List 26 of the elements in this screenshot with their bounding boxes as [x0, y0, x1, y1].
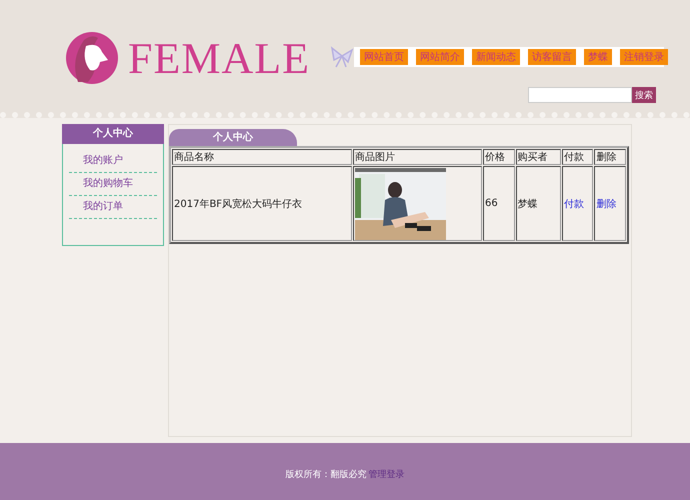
sidebar-item[interactable]: 我的订单 — [69, 196, 157, 219]
nav-link[interactable]: 网站简介 — [416, 49, 464, 65]
nav-link[interactable]: 网站首页 — [360, 49, 408, 65]
column-header: 付款 — [562, 149, 594, 165]
panel-tab[interactable]: 个人中心 — [169, 129, 297, 146]
column-header: 价格 — [482, 149, 515, 165]
column-header: 购买者 — [516, 149, 561, 165]
sidebar-item[interactable]: 我的购物车 — [69, 173, 157, 196]
table-cell: 66 — [482, 166, 515, 241]
nav-link[interactable]: 注销登录 — [620, 49, 668, 65]
nav-link[interactable]: 梦蝶 — [584, 49, 612, 65]
admin-login-link[interactable]: 管理登录 — [368, 468, 404, 481]
search-button[interactable]: 搜索 — [632, 87, 656, 103]
nav-link[interactable]: 新闻动态 — [472, 49, 520, 65]
table-link[interactable]: 付款 — [564, 198, 584, 210]
table-link[interactable]: 删除 — [596, 198, 616, 210]
sidebar-item[interactable]: 我的账户 — [69, 150, 157, 173]
column-header: 商品名称 — [172, 149, 352, 165]
table-cell: 2017年BF风宽松大码牛仔衣 — [172, 166, 352, 241]
sidebar-header: 个人中心 — [62, 124, 164, 144]
nav-link[interactable]: 访客留言 — [528, 49, 576, 65]
table-cell: 梦蝶 — [516, 166, 561, 241]
copyright-text: 版权所有：翻版必究 — [286, 468, 366, 481]
column-header: 删除 — [594, 149, 626, 165]
site-logo-text: FEMALE — [128, 32, 310, 84]
column-header: 商品图片 — [352, 149, 482, 165]
